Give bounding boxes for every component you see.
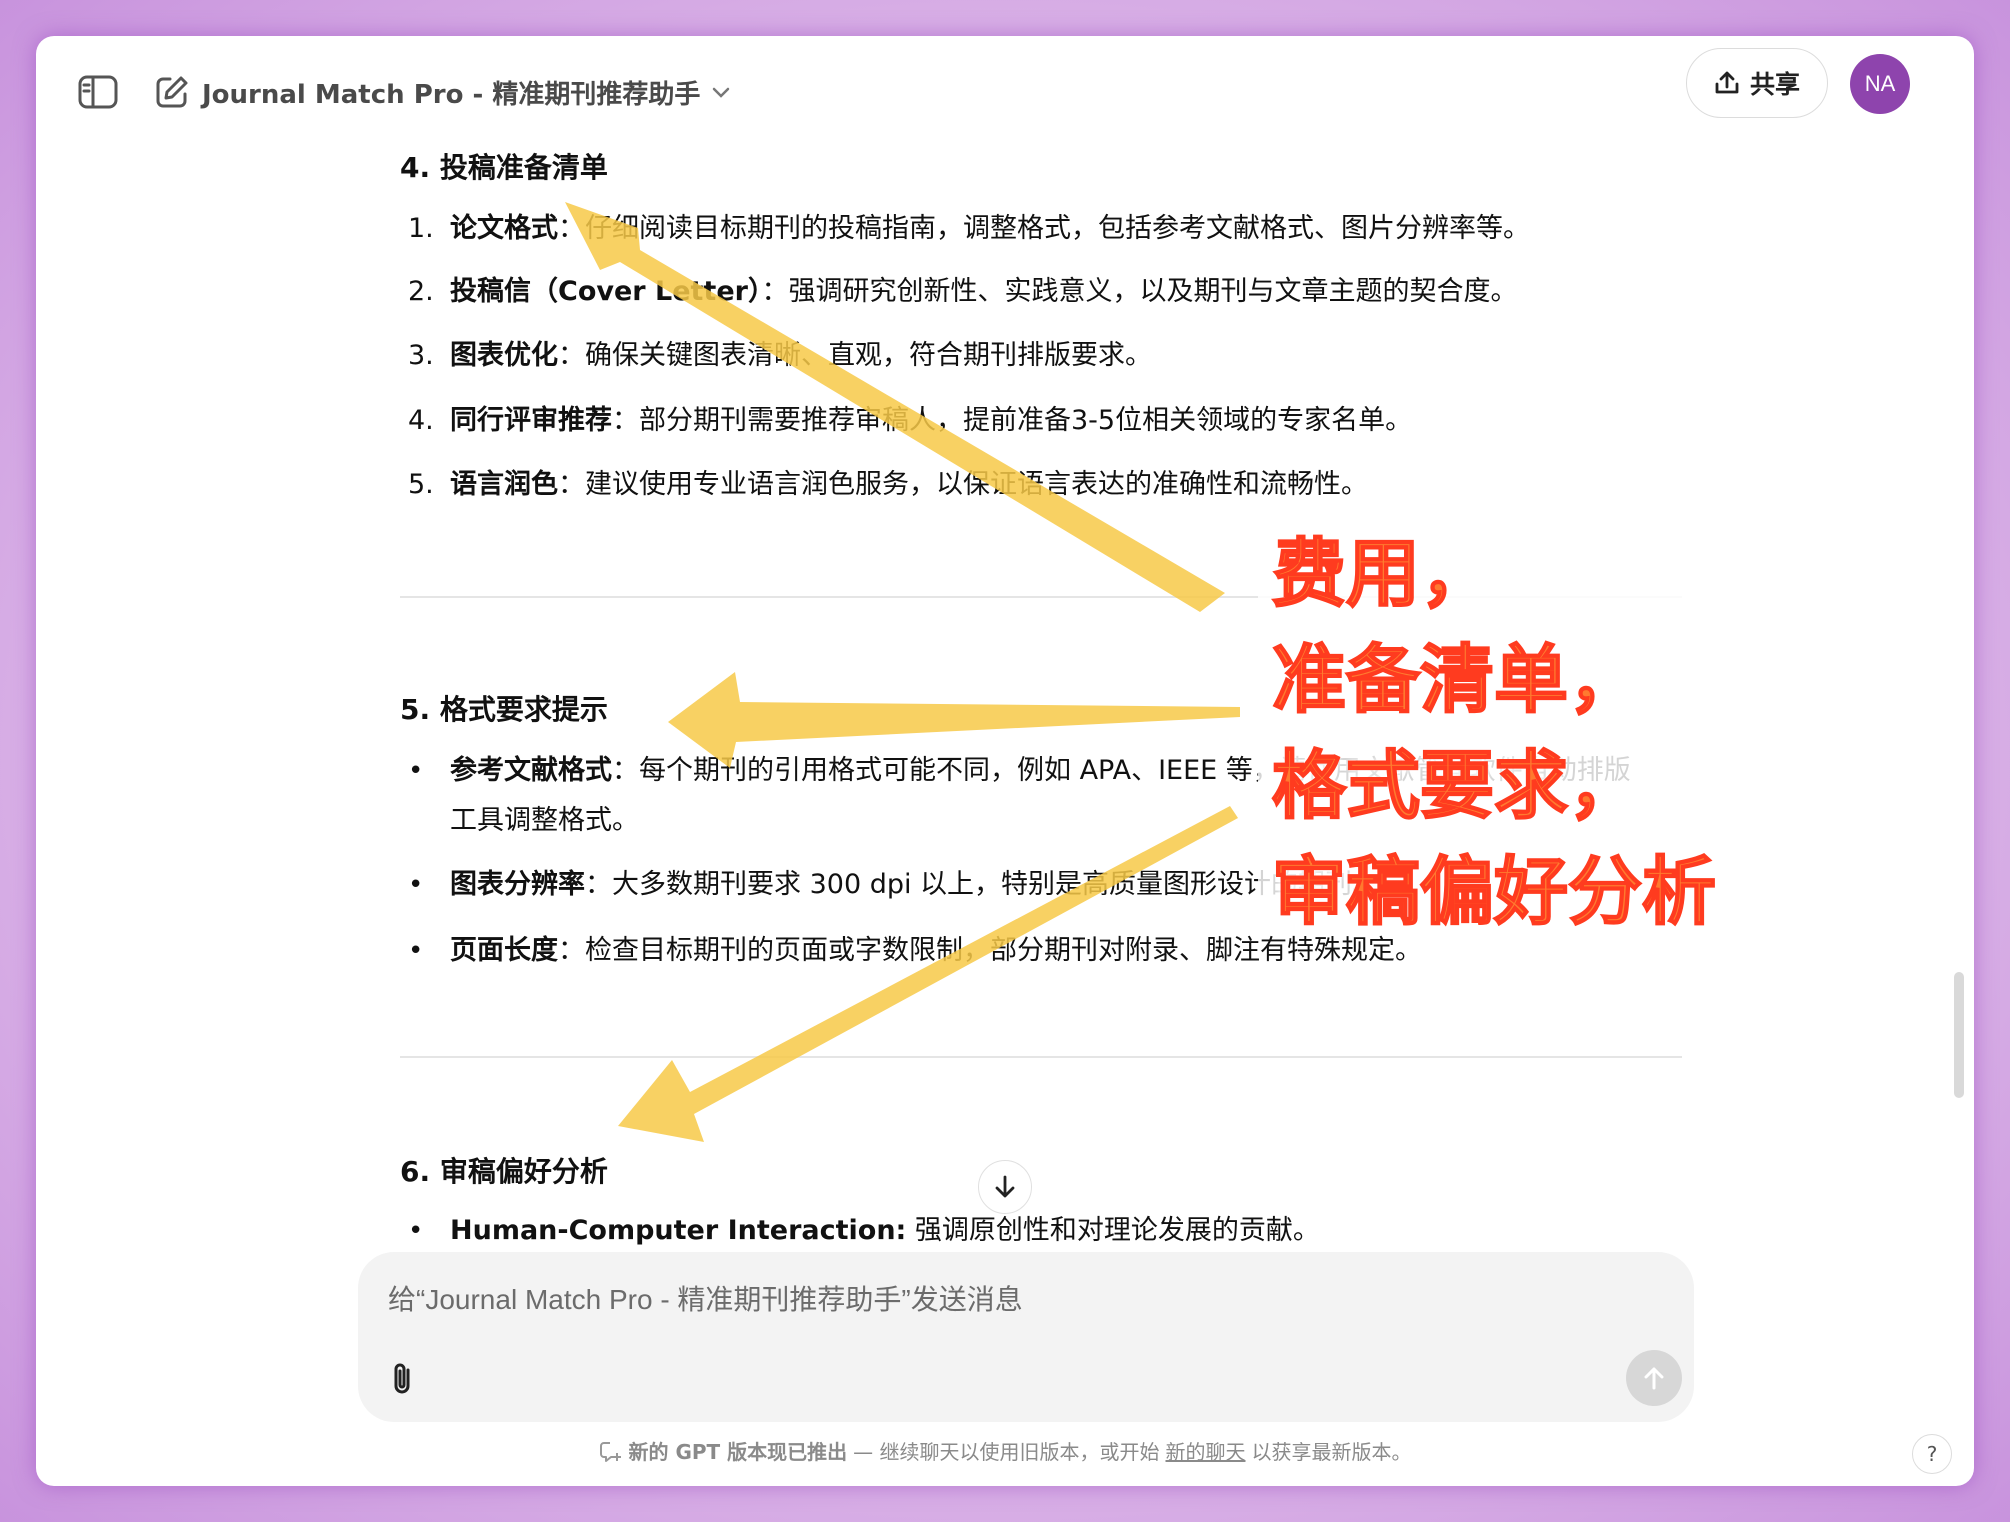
section-heading-5: 5. 格式要求提示 [400, 693, 608, 726]
divider [400, 596, 1682, 598]
list-item: • 参考文献格式：每个期刊的引用格式可能不同，例如 APA、IEEE 等，请使用文… [408, 755, 1631, 786]
list-item: • 图表分辨率：大多数期刊要求 300 dpi 以上，特别是高质量图形设计的期刊。 [408, 869, 1380, 900]
new-chat-icon [156, 76, 188, 108]
list-item: 5. 语言润色：建议使用专业语言润色服务，以保证语言表达的准确性和流畅性。 [408, 469, 1368, 500]
list-item: 1. 论文格式：仔细阅读目标期刊的投稿指南，调整格式，包括参考文献格式、图片分辨率… [408, 213, 1530, 244]
arrow-up-icon [1644, 1367, 1664, 1390]
gpt-title: Journal Match Pro - 精准期刊推荐助手 [202, 79, 701, 110]
section-heading-6: 6. 审稿偏好分析 [400, 1155, 608, 1188]
list-item: • Human-Computer Interaction: 强调原创性和对理论发展… [408, 1215, 1320, 1246]
scroll-down-button[interactable] [978, 1160, 1032, 1214]
paperclip-icon [394, 1363, 410, 1394]
new-chat-button[interactable] [144, 64, 200, 120]
new-version-icon [600, 1441, 622, 1462]
send-button[interactable] [1626, 1350, 1682, 1406]
scrollbar[interactable] [1954, 972, 1964, 1098]
share-button[interactable]: 共享 [1686, 48, 1828, 118]
arrow-down-icon [995, 1175, 1015, 1198]
section-heading-4: 4. 投稿准备清单 [400, 151, 608, 184]
user-avatar[interactable]: NA [1850, 54, 1910, 114]
version-notice: 新的 GPT 版本现已推出 — 继续聊天以使用旧版本，或开始 新的聊天 以获享最新版… [36, 1436, 1974, 1468]
attach-button[interactable] [380, 1356, 426, 1402]
chat-window: Journal Match Pro - 精准期刊推荐助手 共享 NA 4. 投稿… [36, 36, 1974, 1486]
sidebar-toggle-icon [78, 75, 118, 109]
list-item-continuation: 工具调整格式。 [450, 805, 639, 836]
divider [400, 1056, 1682, 1058]
sidebar-toggle-button[interactable] [70, 64, 126, 120]
header: Journal Match Pro - 精准期刊推荐助手 共享 NA [36, 36, 1974, 146]
message-input[interactable]: 给“Journal Match Pro - 精准期刊推荐助手”发送消息 [388, 1278, 1023, 1318]
help-button[interactable]: ? [1912, 1434, 1952, 1474]
share-label: 共享 [1749, 70, 1800, 99]
share-icon [1715, 71, 1739, 94]
new-chat-link[interactable]: 新的聊天 [1166, 1436, 1246, 1465]
list-item: • 页面长度：检查目标期刊的页面或字数限制，部分期刊对附录、脚注有特殊规定。 [408, 935, 1422, 966]
message-composer[interactable]: 给“Journal Match Pro - 精准期刊推荐助手”发送消息 [358, 1252, 1694, 1422]
list-item: 3. 图表优化：确保关键图表清晰、直观，符合期刊排版要求。 [408, 340, 1152, 371]
list-item: 2. 投稿信（Cover Letter）：强调研究创新性、实践意义，以及期刊与文章… [408, 276, 1518, 307]
list-item: 4. 同行评审推荐：部分期刊需要推荐审稿人，提前准备3-5位相关领域的专家名单。 [408, 405, 1413, 436]
chevron-down-icon [713, 87, 730, 98]
gpt-title-dropdown[interactable]: Journal Match Pro - 精准期刊推荐助手 [202, 70, 732, 114]
